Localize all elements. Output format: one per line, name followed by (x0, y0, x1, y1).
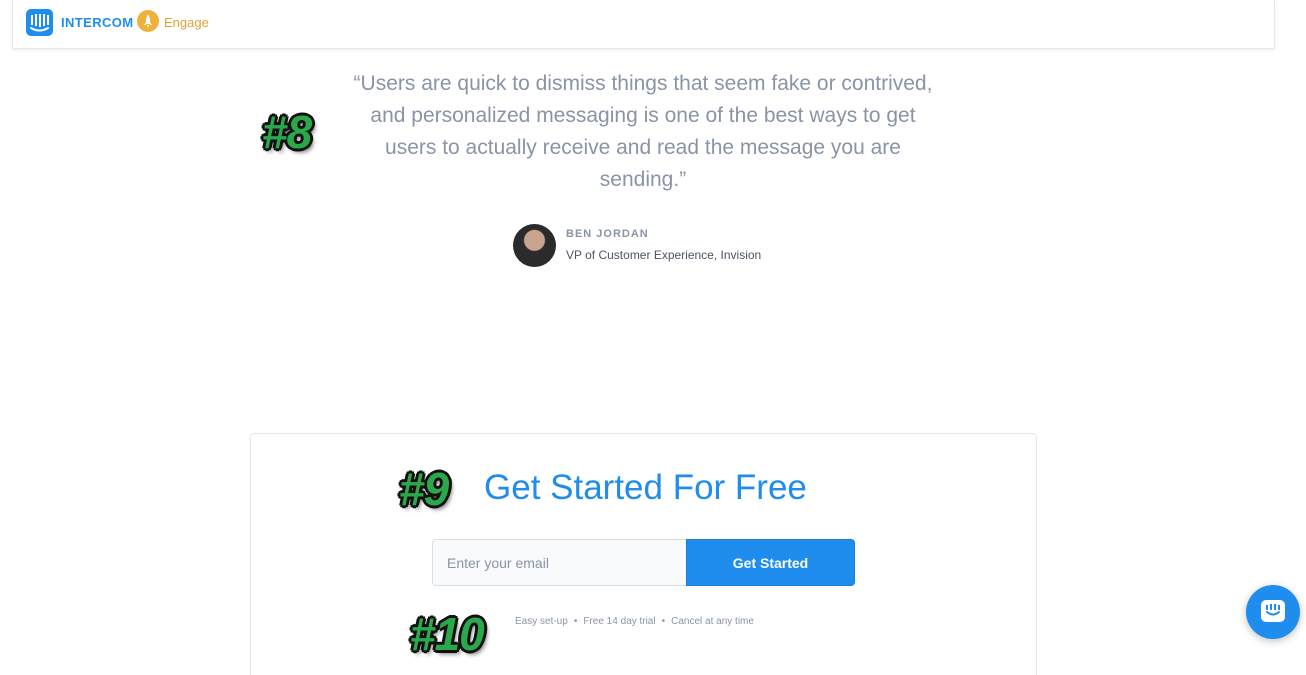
chat-launcher-icon[interactable] (1246, 585, 1300, 639)
annotation-tag-10: #10 (410, 608, 485, 660)
signup-perks: Easy set-up • Free 14 day trial • Cancel… (515, 616, 754, 627)
product-name[interactable]: Engage (164, 15, 209, 30)
get-started-button[interactable]: Get Started (686, 539, 855, 586)
rocket-icon (137, 10, 159, 32)
top-navigation-bar: INTERCOM Engage (12, 0, 1275, 49)
testimonial-quote: “Users are quick to dismiss things that … (353, 72, 933, 191)
annotation-tag-8: #8 (262, 106, 312, 158)
perk-item: Cancel at any time (671, 616, 754, 627)
author-name: BEN JORDAN (566, 228, 649, 240)
brand-name[interactable]: INTERCOM (61, 15, 134, 30)
email-field[interactable] (432, 539, 688, 586)
intercom-logo-icon[interactable] (26, 9, 53, 36)
perk-item: Easy set-up (515, 616, 568, 627)
annotation-tag-9: #9 (399, 463, 449, 515)
perk-separator: • (573, 616, 578, 627)
author-role: VP of Customer Experience, Invision (566, 248, 762, 262)
perk-item: Free 14 day trial (583, 616, 656, 627)
perk-separator: • (661, 616, 666, 627)
signup-title: Get Started For Free (484, 468, 807, 507)
avatar (513, 224, 556, 267)
